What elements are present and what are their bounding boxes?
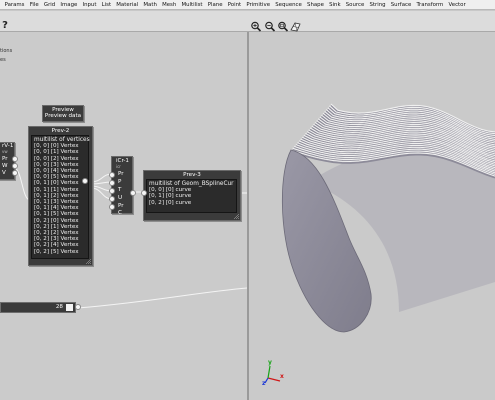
menu-item-plane[interactable]: Plane bbox=[205, 0, 225, 10]
vertex-port-label: V bbox=[2, 170, 6, 176]
menu-item-shape[interactable]: Shape bbox=[304, 0, 326, 10]
menu-item-input[interactable]: Input bbox=[80, 0, 99, 10]
input-port[interactable] bbox=[109, 180, 115, 186]
menu-item-point[interactable]: Point bbox=[225, 0, 244, 10]
output-port[interactable] bbox=[12, 156, 18, 162]
curve-port-label: Pr bbox=[118, 203, 124, 209]
list-item: [0, 0] [2] Vertex bbox=[34, 155, 79, 162]
preview-node[interactable]: Preview Preview data bbox=[42, 105, 84, 122]
menu-item-surface[interactable]: Surface bbox=[388, 0, 414, 10]
curve-port-label: P bbox=[118, 179, 122, 185]
menu-bar: Params File Grid Image Input List Material Math… bbox=[0, 0, 495, 10]
curve-port-label: C bbox=[118, 210, 122, 216]
menu-item-grid[interactable]: Grid bbox=[41, 0, 58, 10]
input-port[interactable] bbox=[109, 172, 115, 178]
list-item: [0, 2] [4] Vertex bbox=[34, 242, 79, 249]
input-port[interactable] bbox=[141, 190, 147, 196]
vertex-node-subtitle: vw bbox=[2, 149, 8, 154]
list-item: [0, 2] [5] Vertex bbox=[34, 248, 79, 255]
output-port[interactable] bbox=[12, 170, 18, 176]
menu-item-multilist[interactable]: Multilist bbox=[179, 0, 205, 10]
axis-x-label: x bbox=[280, 373, 284, 380]
preview-node-subtitle: Preview data bbox=[44, 113, 82, 119]
prev2-data-panel[interactable]: multilist of vertices [0, 0] [0] Vertex[… bbox=[31, 135, 90, 259]
integer-slider[interactable]: 28 bbox=[0, 302, 76, 313]
input-port[interactable] bbox=[109, 204, 115, 210]
prev3-node-title: Prev-3 bbox=[183, 172, 201, 178]
prev3-data-panel[interactable]: multilist of Geom_BSplineCur [0, 0] [0] … bbox=[146, 179, 237, 213]
menu-item-mesh[interactable]: Mesh bbox=[159, 0, 178, 10]
menu-item-file[interactable]: File bbox=[27, 0, 41, 10]
list-item: [0, 0] [1] Vertex bbox=[34, 149, 79, 156]
vertex-port-label: W bbox=[2, 163, 8, 169]
menu-item-sequence[interactable]: Sequence bbox=[273, 0, 305, 10]
menu-item-params[interactable]: Params bbox=[2, 0, 27, 10]
3d-viewport[interactable]: x y z bbox=[249, 32, 495, 400]
help-button[interactable]: ? bbox=[0, 20, 10, 31]
zoom-fit-icon[interactable] bbox=[277, 21, 289, 32]
prev2-node[interactable]: Prev-2 multilist of vertices [0, 0] [0] … bbox=[28, 126, 93, 266]
axis-y-label: y bbox=[268, 359, 272, 366]
menu-item-image[interactable]: Image bbox=[58, 0, 80, 10]
lofted-surface-render bbox=[281, 103, 495, 333]
axis-z-label: z bbox=[262, 380, 266, 387]
menu-item-primitive[interactable]: Primitive bbox=[244, 0, 273, 10]
menu-item-sink[interactable]: Sink bbox=[327, 0, 344, 10]
prev2-node-title: Prev-2 bbox=[51, 128, 70, 134]
input-port[interactable] bbox=[109, 196, 115, 202]
prev3-node[interactable]: Prev-3 multilist of Geom_BSplineCur [0, … bbox=[143, 170, 241, 221]
curve-node-subtitle: icr bbox=[116, 164, 121, 169]
display-mode-icon[interactable] bbox=[290, 21, 302, 32]
list-item: [0, 1] [1] Vertex bbox=[34, 186, 79, 193]
list-item: [0, 2] [0] curve bbox=[149, 199, 192, 206]
menu-item-math[interactable]: Math bbox=[141, 0, 160, 10]
curve-port-label: U bbox=[118, 195, 123, 201]
slider-handle[interactable] bbox=[66, 304, 73, 311]
menu-item-vector[interactable]: Vector bbox=[446, 0, 468, 10]
zoom-out-icon[interactable] bbox=[264, 21, 276, 32]
list-item: [0, 1] [0] Vertex bbox=[34, 180, 79, 187]
output-port[interactable] bbox=[12, 163, 18, 169]
list-item: [0, 1] [5] Vertex bbox=[34, 211, 79, 218]
menu-item-string[interactable]: String bbox=[367, 0, 388, 10]
resize-grip-icon[interactable] bbox=[234, 214, 239, 219]
output-port[interactable] bbox=[75, 304, 81, 310]
curve-port-label: T bbox=[118, 187, 122, 193]
output-port[interactable] bbox=[130, 190, 136, 196]
zoom-in-icon[interactable] bbox=[250, 21, 262, 32]
node-editor-canvas[interactable]: tions es Preview Preview data rV-1 vw Pr… bbox=[0, 32, 247, 400]
menu-item-list[interactable]: List bbox=[99, 0, 114, 10]
menu-item-material[interactable]: Material bbox=[114, 0, 141, 10]
resize-grip-icon[interactable] bbox=[86, 259, 91, 264]
menu-item-transform[interactable]: Transform bbox=[414, 0, 446, 10]
list-item: [0, 2] [0] Vertex bbox=[34, 217, 79, 224]
input-port[interactable] bbox=[109, 188, 115, 194]
menu-item-source[interactable]: Source bbox=[343, 0, 367, 10]
vertex-port-label: Pr bbox=[2, 156, 8, 162]
curve-port-label: Pr bbox=[118, 171, 124, 177]
slider-value: 28 bbox=[55, 304, 63, 310]
toolbar: ? bbox=[0, 11, 495, 32]
output-port[interactable] bbox=[82, 178, 88, 184]
